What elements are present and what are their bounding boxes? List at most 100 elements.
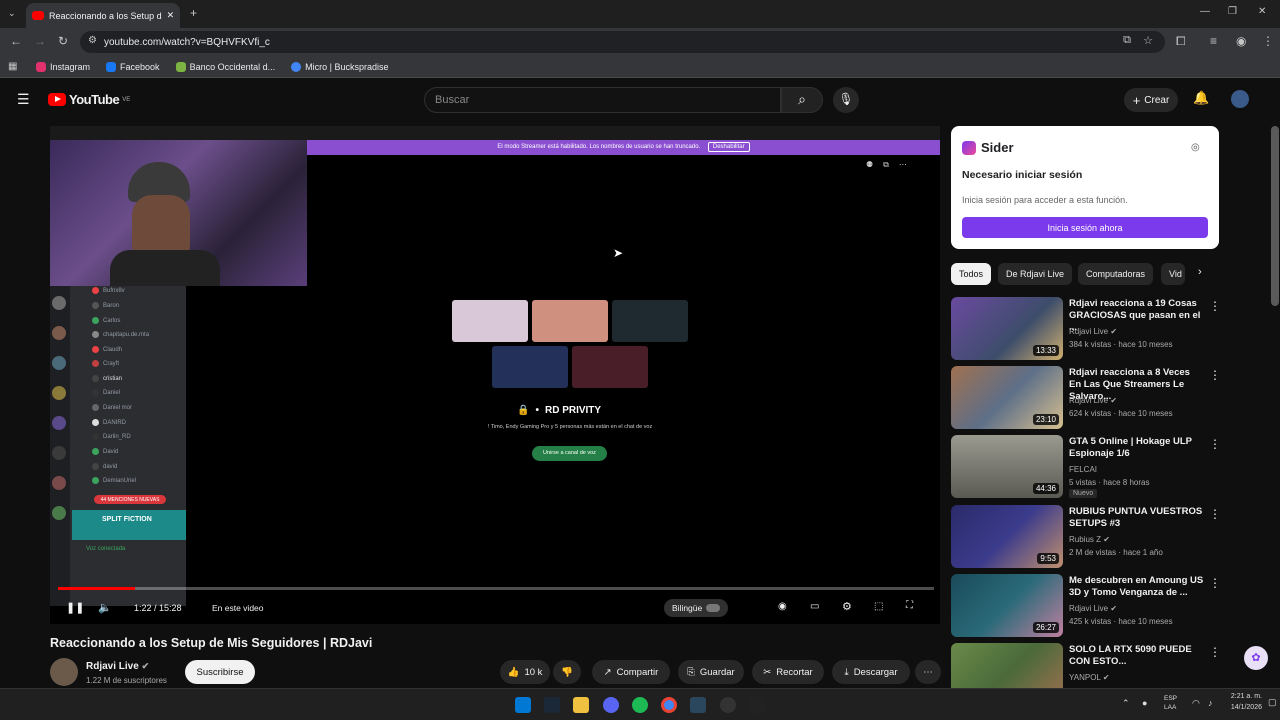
member-item[interactable]: chapitapu.de.mta bbox=[92, 331, 149, 338]
minimize-icon[interactable]: — bbox=[1200, 6, 1210, 17]
recommendation-item[interactable]: 26:27 Me descubren en Amoung US 3D y Tom… bbox=[951, 574, 1271, 637]
sider-float-button[interactable]: ✿ bbox=[1244, 646, 1268, 670]
member-item[interactable]: Baron bbox=[92, 302, 119, 309]
recommendation-item[interactable]: 9:53 RUBIUS PUNTUA VUESTROS SETUPS #3 Ru… bbox=[951, 505, 1271, 568]
video-player[interactable]: El modo Streamer está habilitado. Los no… bbox=[50, 126, 940, 624]
window-close-icon[interactable]: ✕ bbox=[1258, 6, 1266, 17]
clip-button[interactable]: ✂ Recortar bbox=[752, 660, 824, 684]
spotify-icon[interactable] bbox=[632, 697, 648, 713]
more-icon[interactable]: ⋮ bbox=[1209, 645, 1221, 659]
recommendation-item[interactable]: 44:36 GTA 5 Online | Hokage ULP Espionaj… bbox=[951, 435, 1271, 498]
voice-tile[interactable] bbox=[612, 300, 688, 342]
chip-computers[interactable]: Computadoras bbox=[1078, 263, 1154, 285]
member-item[interactable]: Daniel mor bbox=[92, 404, 132, 411]
voice-tile[interactable] bbox=[492, 346, 568, 388]
bookmark-facebook[interactable]: Facebook bbox=[106, 61, 160, 72]
tab-search-icon[interactable]: ≡ bbox=[1210, 34, 1217, 48]
browser-tab[interactable]: Reaccionando a los Setup d ✕ bbox=[26, 3, 180, 28]
date[interactable]: 14/1/2026 bbox=[1222, 704, 1262, 711]
steam-app-icon[interactable] bbox=[690, 697, 706, 713]
thumbnail[interactable]: 23:10 bbox=[951, 366, 1063, 429]
page-scrollbar[interactable] bbox=[1271, 126, 1279, 306]
maximize-icon[interactable]: ❐ bbox=[1228, 6, 1237, 17]
subscribe-button[interactable]: Suscribirse bbox=[185, 660, 255, 684]
tab-list-icon[interactable]: ⌄ bbox=[8, 8, 16, 19]
volume-icon[interactable]: 🔈 bbox=[98, 601, 112, 614]
sider-login-button[interactable]: Inicia sesión ahora bbox=[962, 217, 1208, 238]
settings-gear-icon[interactable]: ⚙ bbox=[842, 600, 852, 613]
more-icon[interactable]: ⋮ bbox=[1209, 576, 1221, 590]
profile-icon[interactable]: ◉ bbox=[1236, 34, 1246, 48]
recommendation-item[interactable]: 13:33 Rdjavi reacciona a 19 Cosas GRACIO… bbox=[951, 297, 1271, 360]
chrome-icon[interactable] bbox=[661, 697, 677, 713]
address-bar[interactable]: ⚙ youtube.com/watch?v=BQHVFKVfi_c ⧉ ☆ bbox=[80, 31, 1165, 53]
wifi-icon[interactable]: ◠ bbox=[1192, 698, 1200, 709]
language-indicator[interactable]: ESP LAA bbox=[1164, 694, 1177, 712]
new-tab-icon[interactable]: + bbox=[190, 6, 197, 20]
notification-center-icon[interactable]: ▢ bbox=[1268, 697, 1277, 708]
member-item[interactable]: DemianUriel bbox=[92, 477, 136, 484]
voice-tile[interactable] bbox=[452, 300, 528, 342]
create-button[interactable]: + Crear bbox=[1124, 88, 1178, 112]
app-icon[interactable] bbox=[749, 697, 765, 713]
clock[interactable]: 2:21 a. m. bbox=[1222, 693, 1262, 700]
sider-settings-icon[interactable]: ◎ bbox=[1191, 142, 1200, 153]
search-button[interactable]: ⌕ bbox=[781, 87, 823, 113]
volume-tray-icon[interactable]: ♪ bbox=[1208, 698, 1213, 708]
download-button[interactable]: ⤓ Descargar bbox=[832, 660, 910, 684]
back-icon[interactable]: ← bbox=[10, 34, 22, 48]
member-item[interactable]: Crayft bbox=[92, 360, 119, 367]
voice-tile[interactable] bbox=[572, 346, 648, 388]
join-voice-button[interactable]: Unirse a canal de voz bbox=[532, 446, 607, 461]
bookmark-micro[interactable]: Micro | Buckspradise bbox=[291, 61, 389, 72]
recommendation-item[interactable]: 23:10 Rdjavi reacciona a 8 Veces En Las … bbox=[951, 366, 1271, 429]
extensions-icon[interactable]: ⧠ bbox=[1176, 34, 1186, 49]
thumbnail[interactable]: 44:36 bbox=[951, 435, 1063, 498]
video-progress-bar[interactable] bbox=[58, 587, 934, 590]
split-fiction-activity[interactable]: SPLIT FICTION bbox=[72, 510, 186, 540]
like-button[interactable]: 👍 10 k bbox=[500, 660, 550, 684]
thumbnail[interactable]: 26:27 bbox=[951, 574, 1063, 637]
bookmark-banco[interactable]: Banco Occidental d... bbox=[175, 61, 275, 72]
voice-tile[interactable] bbox=[532, 300, 608, 342]
steam-icon[interactable] bbox=[544, 697, 560, 713]
chevron-right-icon[interactable]: › bbox=[1198, 266, 1202, 278]
autoplay-toggle[interactable]: ◉ bbox=[778, 601, 787, 612]
channel-name[interactable]: Rdjavi Live ✔ bbox=[86, 661, 149, 672]
share-button[interactable]: ↗ Compartir bbox=[592, 660, 670, 684]
bookmark-instagram[interactable]: Instagram bbox=[36, 61, 90, 72]
bookmark-star-icon[interactable]: ☆ bbox=[1143, 34, 1153, 47]
install-app-icon[interactable]: ⧉ bbox=[1123, 34, 1131, 47]
thumbnail[interactable] bbox=[951, 643, 1063, 688]
start-icon[interactable] bbox=[515, 697, 531, 713]
avatar[interactable] bbox=[1231, 90, 1249, 108]
obs-icon[interactable] bbox=[720, 697, 736, 713]
more-icon[interactable]: ⋯ bbox=[899, 160, 907, 170]
more-icon[interactable]: ⋮ bbox=[1209, 437, 1221, 451]
member-item[interactable]: david bbox=[92, 463, 117, 470]
mentions-badge[interactable]: 44 MENCIONES NUEVAS bbox=[94, 495, 166, 504]
forward-icon[interactable]: → bbox=[34, 34, 46, 48]
site-info-icon[interactable]: ⚙ bbox=[88, 35, 97, 46]
more-icon[interactable]: ⋮ bbox=[1209, 299, 1221, 313]
chip-all[interactable]: Todos bbox=[951, 263, 992, 285]
member-item[interactable]: DANIRD bbox=[92, 419, 126, 426]
subtitles-icon[interactable]: ▭ bbox=[810, 601, 819, 612]
chip-channel[interactable]: De Rdjavi Live bbox=[998, 263, 1073, 285]
more-icon[interactable]: ⋮ bbox=[1209, 507, 1221, 521]
notifications-icon[interactable]: 🔔 bbox=[1193, 90, 1209, 106]
search-input[interactable]: Buscar bbox=[424, 87, 781, 113]
disable-streamer-mode-button[interactable]: Deshabilitar bbox=[707, 142, 750, 152]
more-actions-button[interactable]: ⋯ bbox=[915, 660, 941, 684]
tray-icon[interactable]: ● bbox=[1142, 698, 1147, 708]
channel-avatar[interactable] bbox=[50, 658, 78, 686]
chapters-button[interactable]: En este video bbox=[212, 603, 264, 613]
chip-video[interactable]: Vid bbox=[1161, 263, 1185, 285]
fullscreen-icon[interactable]: ⛶ bbox=[906, 600, 913, 611]
hamburger-menu-icon[interactable]: ☰ bbox=[17, 91, 30, 108]
pause-icon[interactable]: ❚❚ bbox=[66, 601, 84, 614]
voice-search-button[interactable]: 🎙 bbox=[833, 87, 859, 113]
tray-chevron-icon[interactable]: ⌃ bbox=[1122, 698, 1130, 709]
voice-users-icon[interactable]: ⚉ bbox=[866, 160, 873, 170]
save-button[interactable]: ⎘ Guardar bbox=[678, 660, 744, 684]
